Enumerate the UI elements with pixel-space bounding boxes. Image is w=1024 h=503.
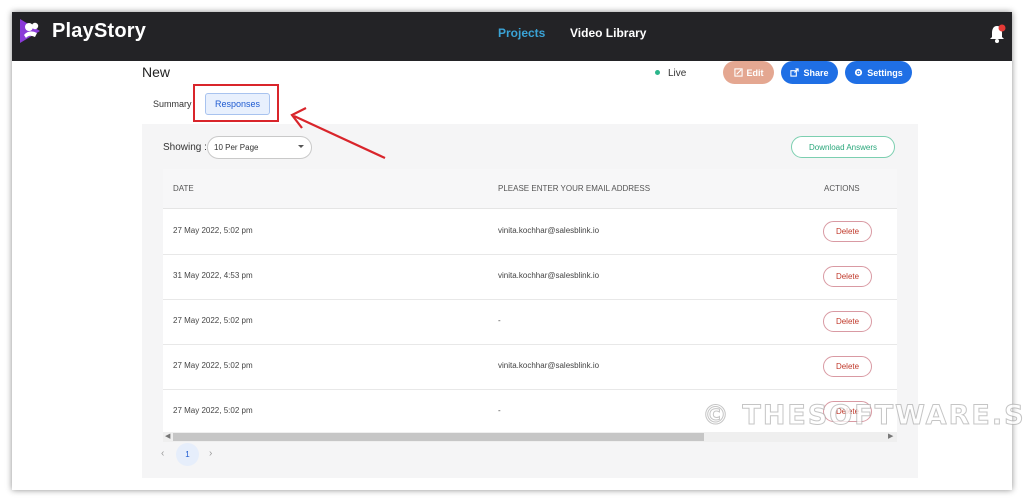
table-row: 27 May 2022, 5:02 pm vinita.kochhar@sale…	[163, 209, 897, 255]
column-header-date: DATE	[173, 184, 194, 193]
edit-icon	[733, 68, 743, 77]
status-label: Live	[668, 68, 687, 79]
showing-label: Showing :	[163, 142, 207, 153]
row-date: 27 May 2022, 5:02 pm	[173, 316, 253, 325]
row-date: 27 May 2022, 5:02 pm	[173, 226, 253, 235]
top-navbar: PlayStory Projects Video Library	[12, 12, 1012, 61]
table-row: 27 May 2022, 5:02 pm vinita.kochhar@sale…	[163, 344, 897, 390]
status-live: Live	[655, 68, 686, 79]
pagination-prev[interactable]: ‹	[161, 448, 164, 459]
scroll-left-icon[interactable]: ◀	[165, 432, 170, 442]
per-page-value: 10 Per Page	[214, 143, 259, 152]
table-row: 27 May 2022, 5:02 pm - Delete	[163, 299, 897, 345]
annotation-arrow-icon	[290, 107, 386, 159]
horizontal-scrollbar[interactable]: ◀ ▶	[163, 432, 897, 442]
scroll-right-icon[interactable]: ▶	[888, 432, 893, 442]
delete-button[interactable]: Delete	[823, 311, 872, 332]
brand-name: PlayStory	[52, 20, 147, 42]
table-header: DATE PLEASE ENTER YOUR EMAIL ADDRESS ACT…	[163, 169, 897, 209]
pagination-page-1[interactable]: 1	[176, 443, 199, 466]
row-email: vinita.kochhar@salesblink.io	[498, 361, 600, 370]
highlight-annotation-box	[193, 84, 279, 122]
table-row: 31 May 2022, 4:53 pm vinita.kochhar@sale…	[163, 254, 897, 300]
delete-button[interactable]: Delete	[823, 221, 872, 242]
delete-button[interactable]: Delete	[823, 356, 872, 377]
page-title: New	[142, 64, 171, 80]
tab-summary[interactable]: Summary	[153, 99, 192, 109]
nav-video-library[interactable]: Video Library	[570, 26, 646, 40]
delete-button[interactable]: Delete	[823, 266, 872, 287]
row-date: 27 May 2022, 5:02 pm	[173, 361, 253, 370]
row-email: -	[498, 406, 501, 415]
live-dot-icon	[655, 69, 660, 75]
playstory-logo-icon	[20, 19, 40, 43]
bell-icon[interactable]	[988, 24, 1006, 44]
row-email: vinita.kochhar@salesblink.io	[498, 271, 600, 280]
row-date: 31 May 2022, 4:53 pm	[173, 271, 253, 280]
edit-label: Edit	[746, 67, 764, 78]
column-header-email: PLEASE ENTER YOUR EMAIL ADDRESS	[498, 184, 651, 193]
share-label: Share	[803, 67, 829, 78]
scrollbar-thumb[interactable]	[173, 433, 704, 441]
row-date: 27 May 2022, 5:02 pm	[173, 406, 253, 415]
share-button[interactable]: Share	[781, 61, 838, 84]
gear-icon	[855, 68, 863, 77]
nav-projects[interactable]: Projects	[498, 26, 545, 40]
edit-button[interactable]: Edit	[723, 61, 774, 84]
share-icon	[790, 68, 800, 77]
settings-label: Settings	[867, 67, 903, 78]
download-answers-button[interactable]: Download Answers	[791, 136, 895, 158]
responses-table: DATE PLEASE ENTER YOUR EMAIL ADDRESS ACT…	[163, 169, 897, 432]
settings-button[interactable]: Settings	[845, 61, 912, 84]
watermark: © THESOFTWARE.SH	[701, 400, 1024, 432]
pagination-next[interactable]: ›	[209, 448, 212, 459]
row-email: vinita.kochhar@salesblink.io	[498, 226, 600, 235]
row-email: -	[498, 316, 501, 325]
column-header-actions: ACTIONS	[824, 184, 860, 193]
